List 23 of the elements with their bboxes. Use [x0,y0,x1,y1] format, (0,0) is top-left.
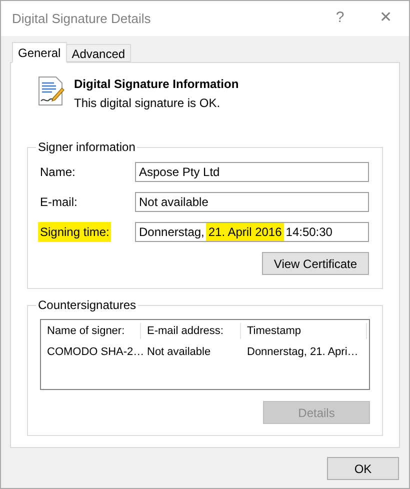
tab[interactable]: General [12,42,67,63]
window-title: Digital Signature Details [12,10,152,28]
group-title: Signer information [36,139,138,155]
ok-button[interactable]: OK [327,457,399,480]
column-header[interactable]: E-mail address: [141,322,241,340]
value-field[interactable]: Aspose Pty Ltd [135,162,369,182]
field-label: Name: [39,164,76,181]
list-cell-text: Donnerstag, 21. Apri… [246,345,360,359]
signed-document-icon [36,76,66,106]
info-title: Digital Signature Information [74,76,239,92]
value-field[interactable]: Not available [135,192,369,212]
tab[interactable]: Advanced [66,44,132,62]
group-title: Countersignatures [36,297,138,313]
list-cell-text: COMODO SHA-2… [46,345,141,359]
list-cell-text: Not available [146,345,212,359]
value-field[interactable]: Donnerstag, 21. April 2016 14:50:30 [135,222,369,242]
column-header[interactable]: Name of signer: [41,322,141,340]
status-text: This digital signature is OK. [74,95,222,111]
column-header[interactable]: Timestamp [241,322,367,340]
field-label: E-mail: [39,194,78,211]
close-button[interactable]: ✕ [363,7,409,30]
dialog-button[interactable]: View Certificate [262,252,369,275]
help-button[interactable]: ? [317,7,363,30]
